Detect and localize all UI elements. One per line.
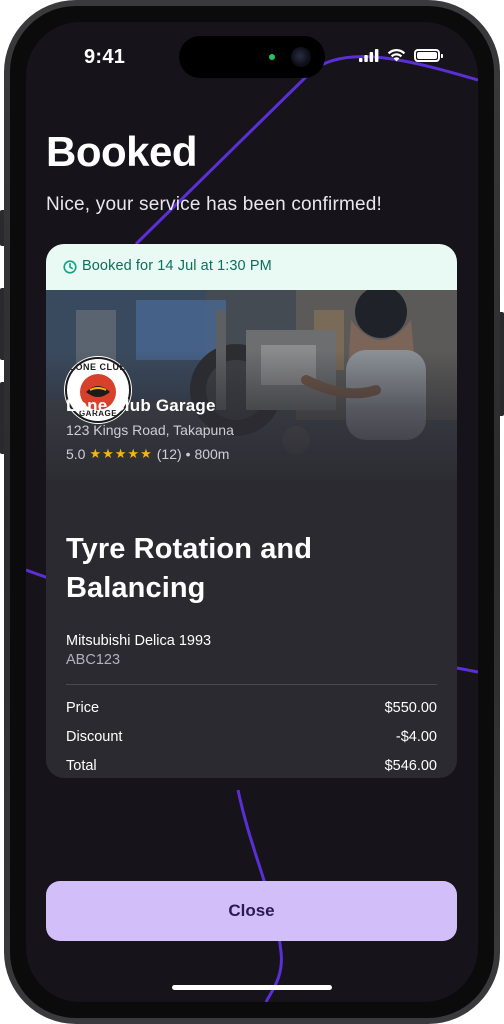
privacy-indicator <box>269 54 275 60</box>
rating-value: 5.0 <box>66 446 86 462</box>
clock-icon <box>63 260 77 274</box>
close-button[interactable]: Close <box>46 881 457 941</box>
garage-address: 123 Kings Road, Takapuna <box>66 422 234 438</box>
rating-stars-icon: ★★★★★ <box>89 446 153 461</box>
price-divider <box>66 684 437 685</box>
discount-label: Discount <box>66 729 123 745</box>
phone-frame: 9:41 Booked Nice, your service has been … <box>0 0 504 1024</box>
cellular-signal-icon <box>359 48 379 62</box>
dynamic-island <box>179 36 325 78</box>
page-title: Booked <box>46 128 198 175</box>
booked-datetime: Booked for 14 Jul at 1:30 PM <box>82 258 272 274</box>
vehicle-plate: ABC123 <box>66 652 121 668</box>
total-value: $546.00 <box>384 758 437 774</box>
price-row-discount: Discount -$4.00 <box>66 729 437 745</box>
garage-rating: 5.0 ★★★★★ (12) • 800m <box>66 446 229 462</box>
status-icons <box>359 48 443 62</box>
price-row-price: Price $550.00 <box>66 700 437 716</box>
review-count: (12) <box>156 446 182 462</box>
booked-banner: Booked for 14 Jul at 1:30 PM <box>46 244 457 290</box>
garage-name: Lone Club Garage <box>66 396 216 415</box>
price-label: Price <box>66 700 100 716</box>
booking-card: Booked for 14 Jul at 1:30 PM LONE CLUB G… <box>46 244 457 778</box>
page-subtitle: Nice, your service has been confirmed! <box>46 194 383 215</box>
front-camera <box>291 47 311 67</box>
status-time: 9:41 <box>84 46 126 68</box>
battery-icon <box>414 48 443 62</box>
total-label: Total <box>66 758 97 774</box>
service-title: Tyre Rotation and Balancing <box>66 533 313 604</box>
phone-screen: 9:41 Booked Nice, your service has been … <box>26 22 478 1002</box>
home-indicator[interactable] <box>172 985 332 990</box>
vehicle-name: Mitsubishi Delica 1993 <box>66 633 212 649</box>
wifi-icon <box>387 48 406 62</box>
discount-value: -$4.00 <box>395 729 437 745</box>
garage-logo-text-top: LONE CLUB <box>69 362 127 372</box>
garage-distance: • 800m <box>185 446 230 462</box>
status-bar: 9:41 <box>26 22 478 82</box>
price-value: $550.00 <box>384 700 437 716</box>
price-row-total: Total $546.00 <box>66 758 437 774</box>
